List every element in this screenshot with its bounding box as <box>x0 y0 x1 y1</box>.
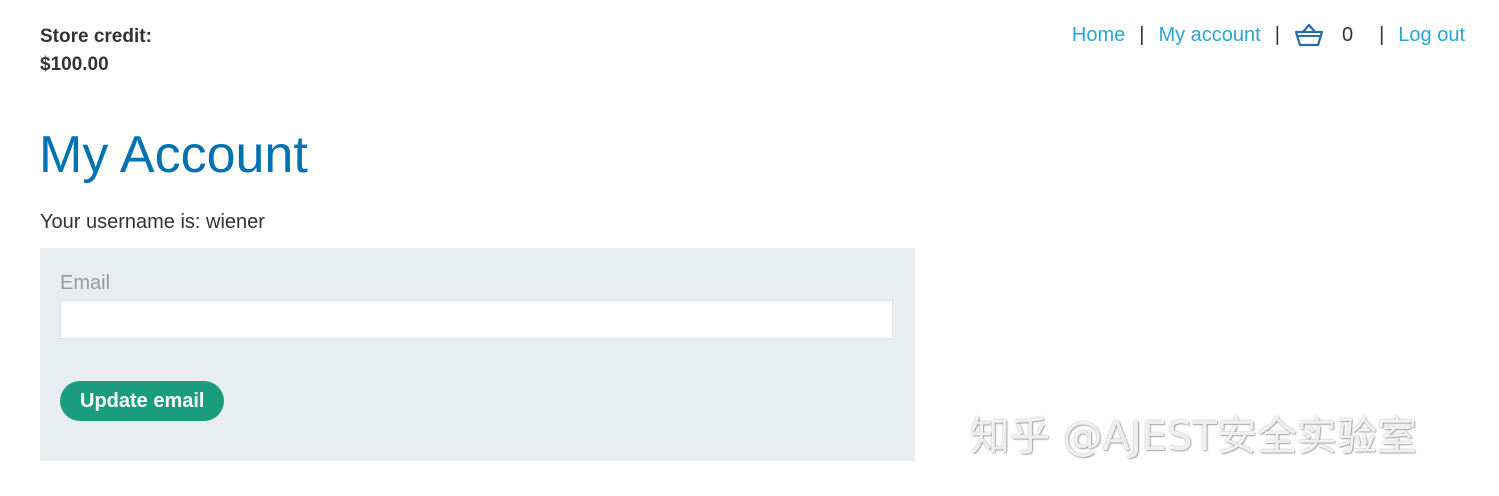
store-credit-amount: $100.00 <box>40 54 109 75</box>
nav-separator: | <box>1139 24 1145 46</box>
nav-log-out-link[interactable]: Log out <box>1398 22 1465 48</box>
change-email-form: Email Update email <box>40 248 915 461</box>
watermark-text: 知乎 @AJEST安全实验室 <box>970 414 1417 460</box>
nav-my-account-link[interactable]: My account <box>1158 22 1260 48</box>
nav-home-link[interactable]: Home <box>1072 22 1125 48</box>
basket-icon <box>1294 22 1324 48</box>
top-nav: Home | My account | 0 | Log out <box>1072 22 1465 48</box>
page-title: My Account <box>39 126 308 184</box>
email-label: Email <box>60 272 111 294</box>
update-email-button[interactable]: Update email <box>60 381 225 421</box>
cart-link[interactable]: 0 <box>1294 22 1365 48</box>
store-credit: Store credit: $100.00 <box>40 23 152 79</box>
username-text: Your username is: wiener <box>40 211 265 233</box>
cart-count: 0 <box>1341 24 1354 46</box>
page: Store credit: $100.00 Home | My account … <box>0 0 1499 496</box>
email-input[interactable] <box>60 300 893 339</box>
nav-separator: | <box>1379 24 1385 46</box>
nav-separator: | <box>1274 24 1280 46</box>
store-credit-label: Store credit: <box>40 26 152 47</box>
